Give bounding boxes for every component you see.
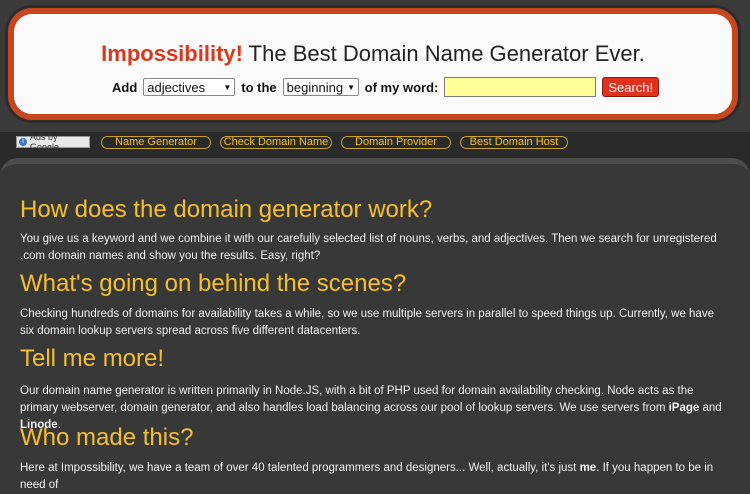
generator-form: Add adjectives ▼ to the beginning ▼ of m… <box>112 77 660 97</box>
chevron-down-icon: ▼ <box>223 82 232 92</box>
site-title: Impossibility! The Best Domain Name Gene… <box>14 41 732 67</box>
of-my-word-label: of my word: <box>364 79 439 95</box>
to-the-label: to the <box>241 79 277 95</box>
tagline: The Best Domain Name Generator Ever. <box>248 41 645 66</box>
section-body: Here at Impossibility, we have a team of… <box>20 460 730 494</box>
me-bold-text: me <box>579 462 597 474</box>
section-heading: What's going on behind the scenes? <box>20 270 407 297</box>
add-label: Add <box>112 79 138 95</box>
section-heading: Who made this? <box>20 424 194 451</box>
position-value: beginning <box>286 79 344 95</box>
header-panel: Impossibility! The Best Domain Name Gene… <box>8 8 738 120</box>
section-body: You give us a keyword and we combine it … <box>20 233 717 262</box>
header-band: Impossibility! The Best Domain Name Gene… <box>0 0 750 132</box>
nav-bar: i Ads by Google Name Generator Check Dom… <box>0 132 750 154</box>
brand-name: Impossibility! <box>101 41 243 66</box>
keyword-input[interactable] <box>444 77 597 97</box>
body-text: and <box>699 402 722 414</box>
nav-link-best-domain-host[interactable]: Best Domain Host <box>460 136 568 149</box>
search-button[interactable]: Search! <box>602 77 660 97</box>
section-body: Checking hundreds of domains for availab… <box>20 308 714 337</box>
section-heading: Tell me more! <box>20 345 165 372</box>
ads-by-google-badge[interactable]: i Ads by Google <box>16 132 90 152</box>
ipage-link-text: iPage <box>668 402 700 414</box>
nav-link-check-domain-name[interactable]: Check Domain Name <box>220 136 332 149</box>
word-type-value: adjectives <box>147 79 206 95</box>
word-type-select[interactable]: adjectives ▼ <box>143 78 236 96</box>
main-content: How does the domain generator work? You … <box>0 158 750 494</box>
position-select[interactable]: beginning ▼ <box>282 78 359 96</box>
nav-link-name-generator[interactable]: Name Generator <box>101 136 211 149</box>
body-text: Our domain name generator is written pri… <box>20 385 694 414</box>
body-text: Here at Impossibility, we have a team of… <box>20 462 580 474</box>
section-heading: How does the domain generator work? <box>20 196 433 223</box>
ads-label: Ads by Google <box>30 132 60 152</box>
chevron-down-icon: ▼ <box>347 82 355 92</box>
nav-link-domain-provider[interactable]: Domain Provider <box>341 136 451 149</box>
info-icon: i <box>19 138 27 146</box>
